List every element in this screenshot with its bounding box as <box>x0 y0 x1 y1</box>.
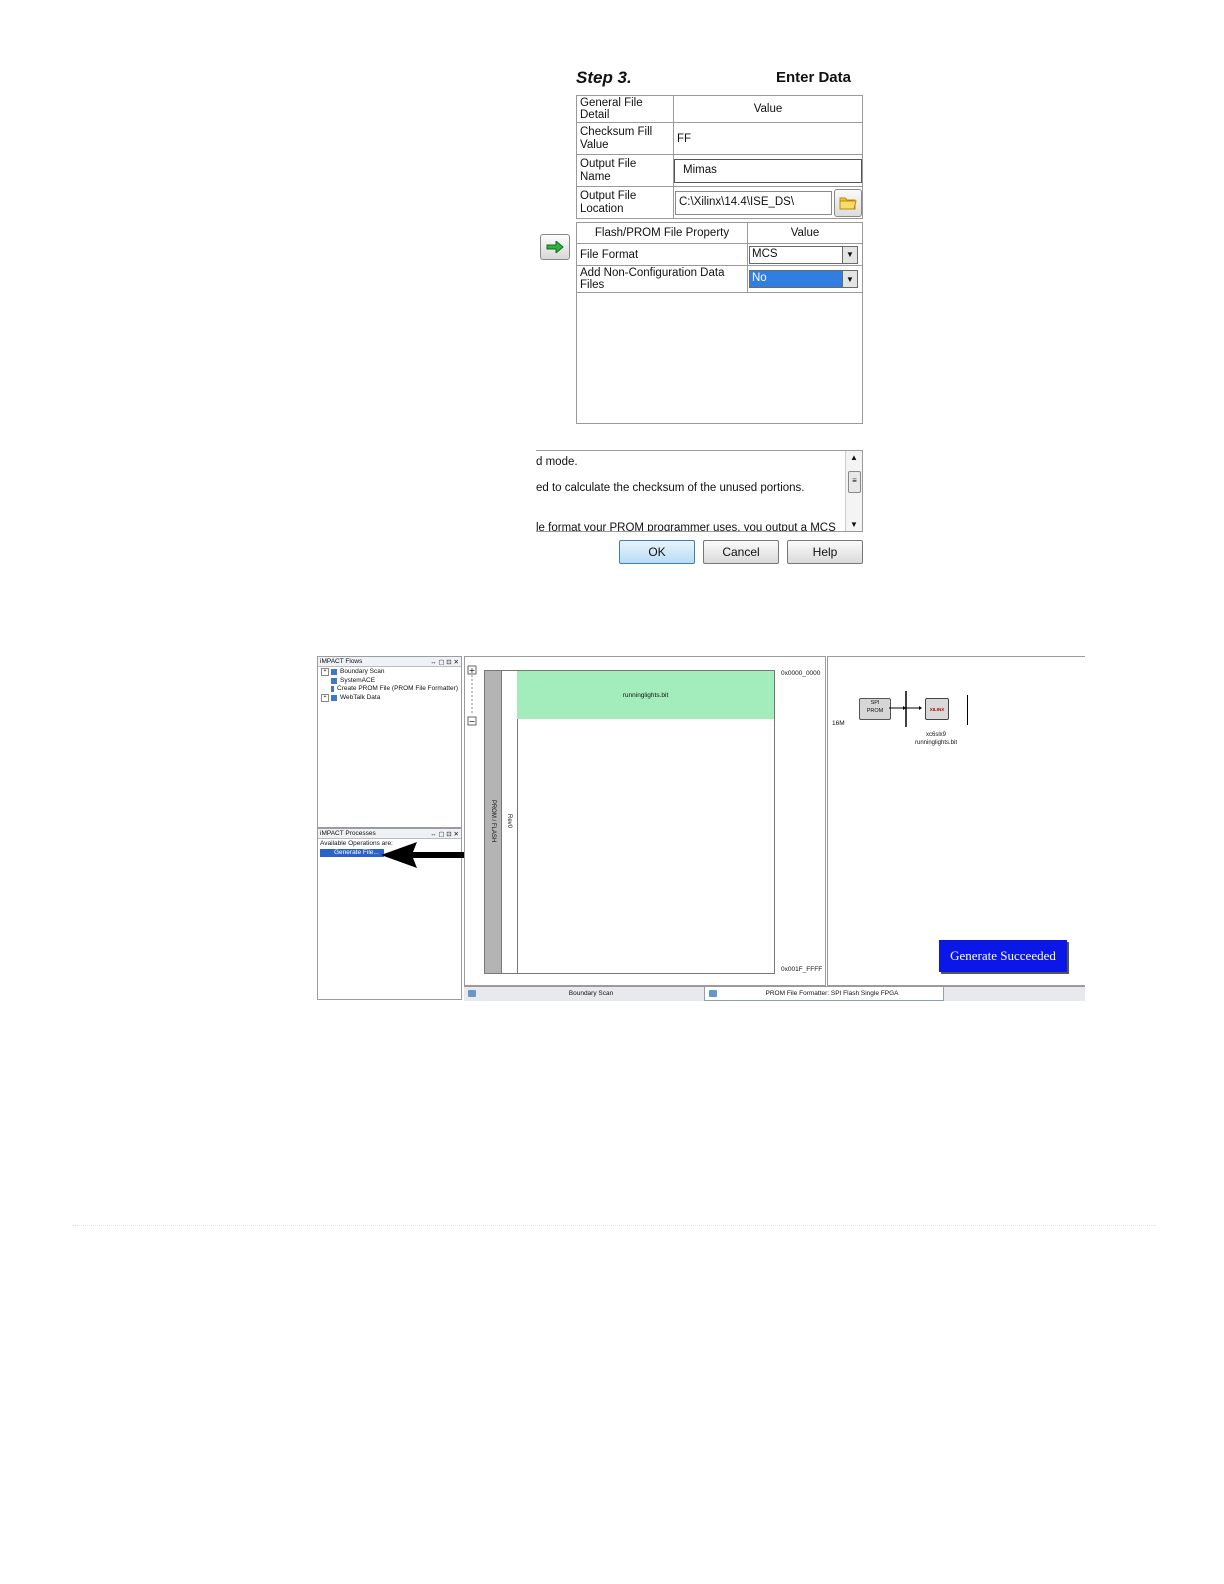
rev-column: Rev0 <box>501 670 518 974</box>
vertical-scrollbar[interactable]: ▲ ≡ ▼ <box>845 451 862 531</box>
tab-boundary-scan[interactable]: Boundary Scan <box>464 987 702 1000</box>
file-format-select[interactable]: MCS ▼ <box>749 245 858 264</box>
folder-icon <box>839 197 857 209</box>
page-divider <box>72 1225 1156 1226</box>
flash-prom-property-panel: Flash/PROM File Property Value File Form… <box>576 222 863 424</box>
expand-icon[interactable]: + <box>321 693 329 702</box>
impact-flows-pane: iMPACT Flows ↔ ▢ ⊡ ✕ + Boundary Scan Sys… <box>317 656 462 828</box>
table-header: General File Detail Value <box>576 95 863 123</box>
boundary-scan-icon <box>331 669 337 676</box>
column-header: General File Detail <box>576 95 674 123</box>
help-button[interactable]: Help <box>787 540 863 564</box>
prom-label: PROM <box>866 708 884 714</box>
prom-layout-pane: + − PROM / FLASH Rev0 runninglights.bit … <box>464 656 826 986</box>
device-chain-pane: 16M SPI PROM XILINX xc6slx9 runninglight… <box>827 656 1085 986</box>
rev-label: Rev0 <box>506 813 512 829</box>
boundary-scan-tab-icon <box>468 990 476 997</box>
table-row: File Format MCS ▼ <box>577 243 862 266</box>
tree-item-webtalk-data[interactable]: + WebTalk Data <box>321 694 458 703</box>
bitfile-region[interactable]: runninglights.bit <box>517 671 774 719</box>
green-arrow-icon <box>546 241 564 253</box>
column-header: Value <box>673 95 863 123</box>
output-file-location-input[interactable]: C:\Xilinx\14.4\ISE_DS\ <box>675 190 832 215</box>
address-start: 0x0000_0000 <box>781 670 821 677</box>
cancel-button[interactable]: Cancel <box>703 540 779 564</box>
pane-title-bar: iMPACT Flows ↔ ▢ ⊡ ✕ <box>318 657 461 667</box>
fpga-chip[interactable]: XILINX <box>925 698 949 720</box>
device-info: xc6slx9 runninglights.bit <box>912 731 960 747</box>
scroll-up-icon[interactable]: ▲ <box>846 453 862 462</box>
table-row: Output File Location C:\Xilinx\14.4\ISE_… <box>576 186 863 219</box>
tree-item-create-prom-file[interactable]: Create PROM File (PROM File Formatter) <box>321 685 458 694</box>
next-step-button[interactable] <box>540 234 570 260</box>
add-non-config-value: No <box>750 271 842 287</box>
expand-icon[interactable]: + <box>321 668 329 677</box>
device-file: runninglights.bit <box>914 740 958 746</box>
column-header: Value <box>747 223 862 244</box>
pane-controls-icon[interactable]: ↔ ▢ ⊡ ✕ <box>430 830 459 838</box>
tree-item-systemace[interactable]: SystemACE <box>321 677 458 686</box>
checksum-fill-label: Checksum Fill Value <box>576 122 674 155</box>
description-line: ed to calculate the checksum of the unus… <box>536 482 805 494</box>
tab-prom-file-formatter[interactable]: PROM File Formatter: SPI Flash Single FP… <box>704 987 944 1001</box>
step-heading: Enter Data <box>775 69 851 86</box>
pane-title: iMPACT Processes <box>320 830 376 837</box>
add-non-config-select[interactable]: No ▼ <box>749 270 858 288</box>
bitfile-label: runninglights.bit <box>622 691 669 699</box>
description-line: d mode. <box>536 456 578 468</box>
ok-button[interactable]: OK <box>619 540 695 564</box>
spi-label: SPI <box>870 700 880 706</box>
pane-title: iMPACT Flows <box>320 658 363 665</box>
zoom-controls[interactable]: + − <box>466 665 480 727</box>
output-file-location-label: Output File Location <box>576 186 674 219</box>
scroll-down-icon[interactable]: ▼ <box>846 520 862 529</box>
pane-controls-icon[interactable]: ↔ ▢ ⊡ ✕ <box>430 658 459 666</box>
chain-connector <box>889 691 922 727</box>
file-format-value: MCS <box>752 247 778 260</box>
prom-file-icon <box>331 686 334 693</box>
output-file-name-input[interactable]: Mimas <box>674 158 862 183</box>
svg-text:+: + <box>469 666 476 675</box>
table-row: Output File Name Mimas <box>576 154 863 187</box>
output-file-name-label: Output File Name <box>576 154 674 187</box>
pane-title-bar: iMPACT Processes ↔ ▢ ⊡ ✕ <box>318 829 461 839</box>
device-name: xc6slx9 <box>925 732 946 738</box>
memory-map: runninglights.bit <box>517 670 775 974</box>
generate-succeeded-banner: Generate Succeeded <box>939 940 1067 972</box>
chevron-down-icon: ▼ <box>842 246 857 263</box>
description-box: d mode. ed to calculate the checksum of … <box>536 450 863 532</box>
file-format-label: File Format <box>577 243 748 266</box>
description-line: le format your PROM programmer uses, you… <box>536 522 836 532</box>
chain-end-line <box>967 695 968 725</box>
address-end: 0x001F_FFFF <box>781 966 823 973</box>
prom-formatter-dialog: Step 3. Enter Data General File Detail V… <box>532 60 868 570</box>
table-header: Flash/PROM File Property Value <box>577 223 862 244</box>
size-label: 16M <box>832 720 845 727</box>
systemace-icon <box>331 677 337 684</box>
prom-flash-bar: PROM / FLASH <box>484 670 502 974</box>
checksum-fill-input[interactable]: FF <box>673 122 863 155</box>
tree-item-boundary-scan[interactable]: + Boundary Scan <box>321 668 458 677</box>
browse-folder-button[interactable] <box>834 188 862 217</box>
general-file-detail-table: General File Detail Value Checksum Fill … <box>576 95 863 219</box>
generate-file-item[interactable]: Generate File... <box>320 848 384 857</box>
view-tabs: Boundary Scan PROM File Formatter: SPI F… <box>464 986 1085 1001</box>
flash-prom-property-table: Flash/PROM File Property Value File Form… <box>577 223 862 293</box>
add-non-config-label: Add Non-Configuration Data Files <box>577 265 748 293</box>
webtalk-icon <box>331 694 337 701</box>
spi-prom-chip[interactable]: SPI PROM <box>859 698 891 720</box>
step-title: Step 3. <box>576 68 632 87</box>
svg-text:−: − <box>469 717 476 726</box>
prom-formatter-tab-icon <box>709 990 717 997</box>
scroll-thumb[interactable]: ≡ <box>848 471 861 493</box>
chevron-down-icon: ▼ <box>842 271 857 287</box>
table-row: Checksum Fill Value FF <box>576 122 863 155</box>
table-row: Add Non-Configuration Data Files No ▼ <box>577 265 862 293</box>
impact-window: iMPACT Flows ↔ ▢ ⊡ ✕ + Boundary Scan Sys… <box>317 656 1085 1002</box>
column-header: Flash/PROM File Property <box>577 223 748 244</box>
xilinx-logo: XILINX <box>929 706 945 712</box>
prom-flash-label: PROM / FLASH <box>490 799 496 843</box>
